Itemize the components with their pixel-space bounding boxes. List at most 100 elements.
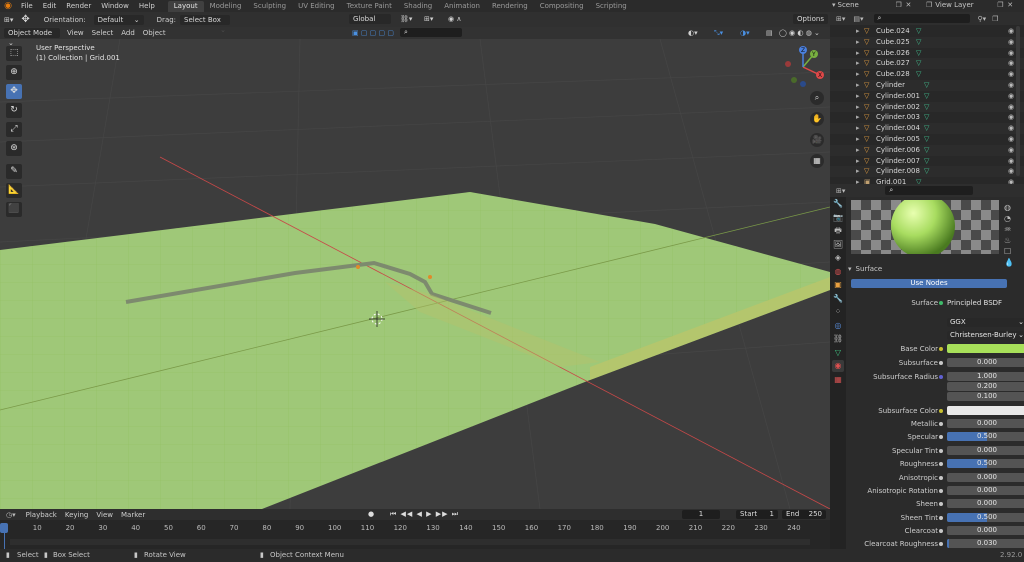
editor-type-icon[interactable]: ⊞▾	[0, 15, 17, 25]
mesh-data-icon[interactable]: ▽	[916, 177, 921, 184]
menu-help[interactable]: Help	[134, 0, 160, 12]
viewport-search-input[interactable]: ⌕	[400, 28, 462, 37]
scale-tool-icon[interactable]: ⤢	[6, 122, 22, 137]
expand-arrow-icon[interactable]: ▸	[856, 26, 860, 37]
scene-new-icon[interactable]: ❐	[896, 1, 906, 9]
output-tab-icon[interactable]: 🖶	[832, 225, 844, 237]
mesh-data-icon[interactable]: ▽	[924, 156, 929, 167]
expand-arrow-icon[interactable]: ▸	[856, 37, 860, 48]
view-layer-new-icon[interactable]: ❐	[997, 1, 1007, 9]
visibility-eye-icon[interactable]: ◉	[1008, 37, 1014, 48]
visibility-eye-icon[interactable]: ◉	[1008, 91, 1014, 102]
timeline-ruler[interactable]: 0102030405060708090100110120130140150160…	[0, 523, 830, 535]
visibility-eye-icon[interactable]: ◉	[1008, 48, 1014, 59]
param-slider[interactable]: 0.000	[947, 419, 1024, 428]
view-layer-tab-icon[interactable]: 🖼	[832, 239, 844, 251]
measure-tool-icon[interactable]: 📐	[6, 183, 22, 198]
expand-arrow-icon[interactable]: ▸	[856, 58, 860, 69]
gizmo-toggle-icon[interactable]: ⤡▾	[710, 28, 727, 38]
scene-tab-icon[interactable]: ◈	[832, 252, 844, 264]
mesh-data-icon[interactable]: ▽	[924, 134, 929, 145]
world-tab-icon[interactable]: ◍	[832, 266, 844, 278]
tab-rendering[interactable]: Rendering	[486, 1, 534, 12]
outliner-item[interactable]: ▸ ▽ Cylinder.006 ▽ ◉	[830, 144, 1024, 156]
mesh-data-icon[interactable]: ▽	[924, 166, 929, 177]
render-tab-icon[interactable]: 📷	[832, 212, 844, 224]
tab-animation[interactable]: Animation	[438, 1, 486, 12]
object-tab-icon[interactable]: ▣	[832, 279, 844, 291]
surface-panel-header[interactable]: ▾ Surface	[848, 264, 1024, 274]
playback-controls[interactable]: ⏮ ◀◀ ◀ ▶ ▶▶ ⏭	[390, 510, 459, 519]
tab-layout[interactable]: Layout	[167, 1, 204, 12]
proportional-edit-icon[interactable]: ◉ ∧	[444, 14, 465, 24]
camera-view-icon[interactable]: 🎥	[810, 133, 824, 147]
subsurface-radius-z[interactable]: 0.100	[947, 392, 1024, 401]
mesh-data-icon[interactable]: ▽	[924, 123, 929, 134]
material-tab-icon[interactable]: ◉	[832, 360, 844, 372]
visibility-eye-icon[interactable]: ◉	[1008, 80, 1014, 91]
outliner-scrollbar[interactable]	[1016, 26, 1020, 176]
visibility-eye-icon[interactable]: ◉	[1008, 134, 1014, 145]
visibility-eye-icon[interactable]: ◉	[1008, 145, 1014, 156]
transform-tool-icon[interactable]: ⊛	[6, 141, 22, 156]
add-cube-tool-icon[interactable]: ⬛	[6, 202, 22, 217]
param-slider[interactable]: 0.000	[947, 486, 1024, 495]
menu-edit[interactable]: Edit	[38, 0, 62, 12]
expand-arrow-icon[interactable]: ▸	[856, 134, 860, 145]
visibility-eye-icon[interactable]: ◉	[1008, 69, 1014, 80]
outliner-item[interactable]: ▸ ▽ Cube.026 ▽ ◉	[830, 48, 1024, 59]
texture-tab-icon[interactable]: ▦	[832, 374, 844, 386]
annotate-tool-icon[interactable]: ✎	[6, 164, 22, 179]
timeline-menu-playback[interactable]: Playback	[22, 510, 61, 520]
viewport-menu-object[interactable]: Object	[139, 28, 170, 38]
move-tool-icon[interactable]: ✥	[6, 84, 22, 99]
visibility-icon[interactable]: ◐▾	[684, 28, 702, 38]
snap-icon[interactable]: ⛓▾	[396, 14, 416, 24]
physics-tab-icon[interactable]: ◎	[832, 320, 844, 332]
snap-target-icon[interactable]: ⊞▾	[420, 14, 437, 24]
tab-modeling[interactable]: Modeling	[204, 1, 248, 12]
display-mode-icon[interactable]: ▤▾	[853, 15, 863, 23]
outliner-item[interactable]: ▸ ▽ Cylinder.004 ▽ ◉	[830, 123, 1024, 134]
timeline-menu-view[interactable]: View	[92, 510, 117, 520]
outliner-item[interactable]: ▸ ▽ Cylinder.005 ▽ ◉	[830, 134, 1024, 145]
param-slider[interactable]: 0.500	[947, 459, 1024, 468]
mesh-data-icon[interactable]: ▽	[916, 26, 921, 37]
subsurface-method-dropdown[interactable]: Christensen-Burley ⌄	[947, 331, 1024, 340]
modifier-tab-icon[interactable]: 🔧	[832, 293, 844, 305]
navigation-gizmo[interactable]: X Y Z	[780, 44, 826, 90]
select-box-tool-icon[interactable]: ⬚	[6, 46, 22, 61]
tool-tab-icon[interactable]: 🔧	[832, 198, 844, 210]
outliner-editor-icon[interactable]: ⊞▾	[836, 15, 845, 23]
scene-selector[interactable]: ▾ Scene ❐ ✕	[832, 1, 916, 9]
tab-texture-paint[interactable]: Texture Paint	[341, 1, 398, 12]
mesh-data-icon[interactable]: ▽	[916, 69, 921, 80]
subsurface-radius-y[interactable]: 0.200	[947, 382, 1024, 391]
mesh-data-icon[interactable]: ▽	[924, 112, 929, 123]
blender-logo-icon[interactable]: ◉	[0, 1, 16, 11]
param-slider[interactable]: 0.000	[947, 499, 1024, 508]
mesh-data-icon[interactable]: ▽	[924, 102, 929, 113]
viewport-menu-select[interactable]: Select	[88, 28, 118, 38]
mesh-data-icon[interactable]: ▽	[924, 91, 929, 102]
outliner-item[interactable]: ▸ ▽ Cylinder.007 ▽ ◉	[830, 156, 1024, 167]
outliner-item[interactable]: ▸ ▽ Cylinder.003 ▽ ◉	[830, 112, 1024, 123]
menu-render[interactable]: Render	[61, 0, 96, 12]
properties-editor-icon[interactable]: ⊞▾	[836, 187, 845, 195]
orientation-dropdown[interactable]: Default ⌄	[93, 14, 144, 25]
mode-dropdown[interactable]: Object Mode ⌄	[4, 28, 60, 47]
viewport-scene[interactable]	[0, 12, 830, 509]
properties-search-input[interactable]: ⌕	[885, 186, 974, 195]
preview-type-icons[interactable]: ◍ ◔ ♒ ♨ ☐ 💧	[1004, 202, 1014, 268]
outliner-item[interactable]: ▸ ▣ Grid.001 ▽ ◉	[830, 177, 1024, 184]
param-slider[interactable]: 0.000	[947, 446, 1024, 455]
param-slider[interactable]: 0.500	[947, 432, 1024, 441]
expand-arrow-icon[interactable]: ▸	[856, 166, 860, 177]
outliner-item[interactable]: ▸ ▽ Cube.024 ▽ ◉	[830, 26, 1024, 37]
mesh-data-icon[interactable]: ▽	[916, 37, 921, 48]
use-nodes-button[interactable]: Use Nodes	[851, 279, 1007, 288]
distribution-dropdown[interactable]: GGX ⌄	[947, 318, 1024, 327]
zoom-icon[interactable]: ⌕	[810, 91, 824, 105]
expand-arrow-icon[interactable]: ▸	[856, 91, 860, 102]
menu-window[interactable]: Window	[96, 0, 134, 12]
